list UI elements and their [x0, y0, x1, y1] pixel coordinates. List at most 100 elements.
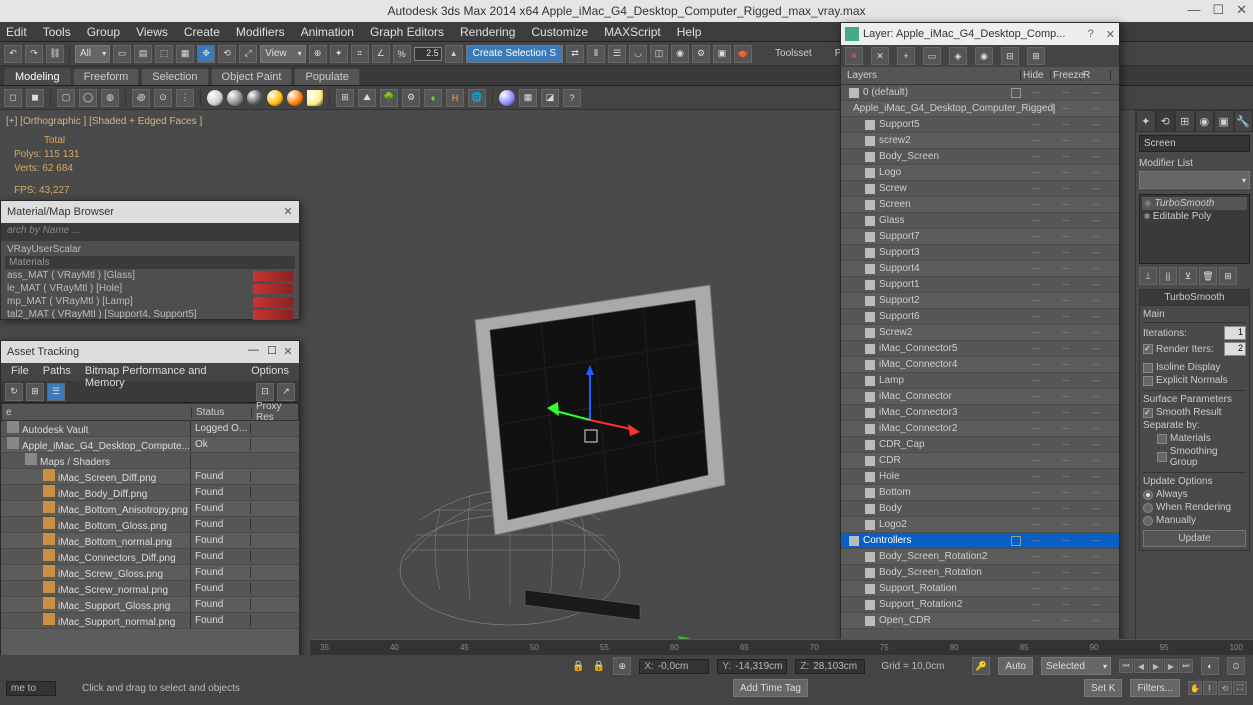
asset-tracking-title[interactable]: Asset Tracking — ☐ ✕: [1, 341, 299, 363]
tab-freeform[interactable]: Freeform: [73, 68, 140, 85]
menu-create[interactable]: Create: [184, 25, 220, 39]
poly-icon[interactable]: ◻: [4, 89, 22, 107]
render-setup-icon[interactable]: ⚙: [692, 45, 710, 63]
dots-icon[interactable]: ⋮: [176, 89, 194, 107]
snap-icon[interactable]: ⌗: [351, 45, 369, 63]
time-ruler[interactable]: 35404550556065707580859095100: [310, 639, 1253, 655]
always-radio[interactable]: [1143, 490, 1153, 500]
col-r[interactable]: R: [1081, 70, 1111, 81]
misc-icon[interactable]: ◪: [541, 89, 559, 107]
orb-yellow-icon[interactable]: [267, 90, 283, 106]
tab-populate[interactable]: Populate: [294, 68, 359, 85]
asset-row[interactable]: iMac_Connectors_Diff.pngFound: [1, 549, 299, 565]
asset-row[interactable]: iMac_Screw_Gloss.pngFound: [1, 565, 299, 581]
spinner-up-icon[interactable]: ▴: [445, 45, 463, 63]
render-iters-checkbox[interactable]: [1143, 344, 1153, 354]
menu-modifiers[interactable]: Modifiers: [236, 25, 285, 39]
layer-row[interactable]: Hole———: [841, 469, 1119, 485]
max-viewport-icon[interactable]: ⛶: [1233, 681, 1247, 695]
manually-radio[interactable]: [1143, 516, 1153, 526]
menu-rendering[interactable]: Rendering: [460, 25, 515, 39]
layer-row[interactable]: Body_Screen_Rotation———: [841, 565, 1119, 581]
menu-animation[interactable]: Animation: [301, 25, 354, 39]
layer-row[interactable]: Support2———: [841, 293, 1119, 309]
layer-row[interactable]: Logo2———: [841, 517, 1119, 533]
poly2-icon[interactable]: ◼: [26, 89, 44, 107]
close-icon[interactable]: ✕: [1236, 2, 1247, 18]
display-tab-icon[interactable]: ▣: [1214, 110, 1234, 132]
box-icon[interactable]: ▢: [57, 89, 75, 107]
schematic-icon[interactable]: ◫: [650, 45, 668, 63]
smoothing-groups-checkbox[interactable]: [1157, 452, 1167, 462]
modify-tab-icon[interactable]: ⟲: [1156, 110, 1176, 132]
mat-item[interactable]: mp_MAT ( VRayMtl ) [Lamp]: [5, 295, 295, 308]
angle-snap-icon[interactable]: ∠: [372, 45, 390, 63]
asset-menu-file[interactable]: File: [11, 365, 29, 379]
render-iters-spinner[interactable]: 2: [1224, 342, 1246, 356]
key-filter-dropdown[interactable]: Selected: [1041, 657, 1111, 675]
asset-body[interactable]: Autodesk VaultLogged O...Apple_iMac_G4_D…: [1, 421, 299, 661]
asset-tool2-icon[interactable]: ↗: [277, 383, 295, 401]
coord-toggle-icon[interactable]: ⊕: [613, 657, 631, 675]
material-browser-title[interactable]: Material/Map Browser ✕: [1, 201, 299, 223]
z-coord[interactable]: Z:28,103cm: [795, 659, 865, 674]
layer-row[interactable]: Controllers———: [841, 533, 1119, 549]
menu-tools[interactable]: Tools: [43, 25, 71, 39]
smooth-result-checkbox[interactable]: [1143, 408, 1153, 418]
tree-view-icon[interactable]: ⊞: [26, 383, 44, 401]
asset-row[interactable]: Maps / Shaders: [1, 453, 299, 469]
pan-icon[interactable]: ✋: [1188, 681, 1202, 695]
layer-row[interactable]: screw2———: [841, 133, 1119, 149]
new-layer-icon[interactable]: ✕: [871, 47, 889, 65]
help-icon[interactable]: ?: [563, 89, 581, 107]
minimize-icon[interactable]: —: [248, 344, 259, 356]
asset-row[interactable]: iMac_Bottom_Anisotropy.pngFound: [1, 501, 299, 517]
terrain-icon[interactable]: ⛰: [358, 89, 376, 107]
asset-row[interactable]: iMac_Support_normal.pngFound: [1, 613, 299, 629]
swirl2-icon[interactable]: ⊙: [154, 89, 172, 107]
layer-row[interactable]: iMac_Connector3———: [841, 405, 1119, 421]
add-time-tag[interactable]: Add Time Tag: [733, 679, 808, 697]
percent-snap-icon[interactable]: %: [393, 45, 411, 63]
reference-coord-dropdown[interactable]: View: [260, 45, 306, 63]
layer-row[interactable]: Body———: [841, 501, 1119, 517]
configure-icon[interactable]: ⊞: [1219, 267, 1237, 285]
utilities-tab-icon[interactable]: 🔧: [1234, 110, 1253, 132]
layer-row[interactable]: Support1———: [841, 277, 1119, 293]
close-icon[interactable]: ✕: [281, 204, 295, 218]
layer-row[interactable]: Logo———: [841, 165, 1119, 181]
next-frame-icon[interactable]: ▶: [1164, 659, 1178, 673]
create-selection-set[interactable]: Create Selection S: [466, 45, 563, 63]
col-hide[interactable]: Hide: [1021, 70, 1051, 81]
layer-row[interactable]: Support6———: [841, 309, 1119, 325]
isoline-checkbox[interactable]: [1143, 363, 1153, 373]
modifier-list-dropdown[interactable]: [1139, 171, 1250, 189]
col-status[interactable]: Status: [192, 407, 252, 418]
hide-icon[interactable]: ◉: [975, 47, 993, 65]
layer-row[interactable]: Apple_iMac_G4_Desktop_Computer_Rigged———: [841, 101, 1119, 117]
rollout-title[interactable]: TurboSmooth: [1140, 290, 1249, 306]
goto-end-icon[interactable]: ⏭: [1179, 659, 1193, 673]
layer-row[interactable]: Support_Rotation———: [841, 581, 1119, 597]
layer-row[interactable]: iMac_Connector4———: [841, 357, 1119, 373]
scale-icon[interactable]: ⤢: [239, 45, 257, 63]
menu-maxscript[interactable]: MAXScript: [604, 25, 661, 39]
layer-row[interactable]: Support7———: [841, 229, 1119, 245]
render-frame-icon[interactable]: ▣: [713, 45, 731, 63]
asset-row[interactable]: iMac_Screen_Diff.pngFound: [1, 469, 299, 485]
layer-tool2-icon[interactable]: ⊞: [1027, 47, 1045, 65]
mat-item[interactable]: tal2_MAT ( VRayMtl ) [Support4, Support5…: [5, 308, 295, 321]
cyl-icon[interactable]: ◍: [101, 89, 119, 107]
layer-row[interactable]: iMac_Connector———: [841, 389, 1119, 405]
asset-row[interactable]: iMac_Bottom_Gloss.pngFound: [1, 517, 299, 533]
select-obj-icon[interactable]: ▭: [923, 47, 941, 65]
layer-row[interactable]: Support5———: [841, 117, 1119, 133]
layer-row[interactable]: Screw2———: [841, 325, 1119, 341]
layer-row[interactable]: Support3———: [841, 245, 1119, 261]
green-icon[interactable]: ♦: [424, 89, 442, 107]
window-crossing-icon[interactable]: ▦: [176, 45, 194, 63]
layer-row[interactable]: Support_Rotation2———: [841, 597, 1119, 613]
layer-row[interactable]: Open_CDR———: [841, 613, 1119, 629]
close-icon[interactable]: ✕: [1106, 28, 1115, 41]
layer-row[interactable]: 0 (default)———: [841, 85, 1119, 101]
